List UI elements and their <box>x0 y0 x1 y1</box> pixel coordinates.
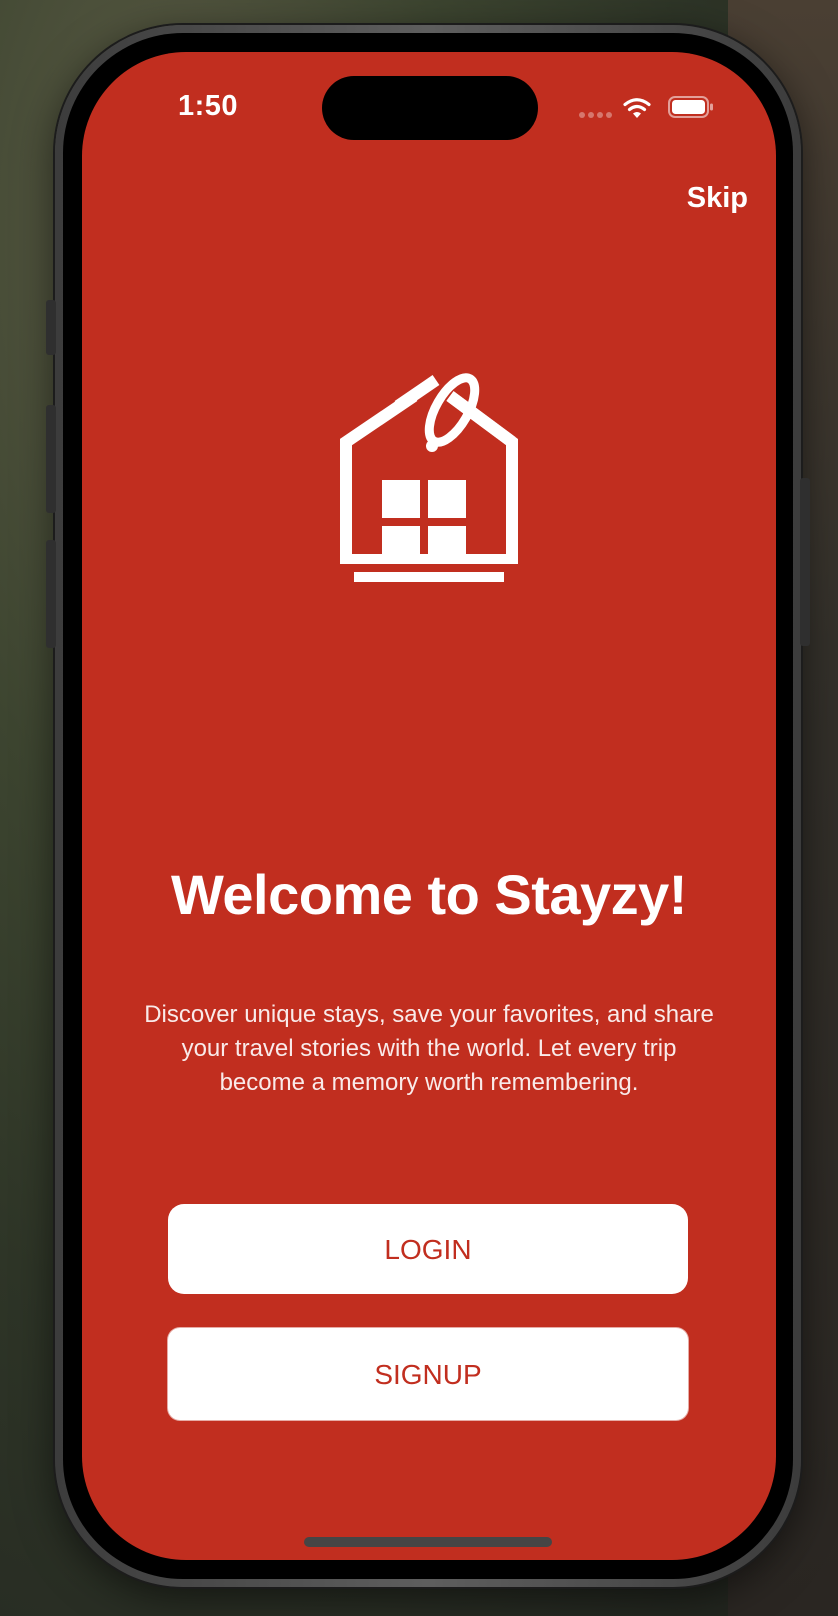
signup-button[interactable]: SIGNUP <box>168 1328 688 1420</box>
app-screen: 1:50 Skip Welcome to Stayzy! Discover un… <box>82 52 776 1560</box>
volume-up-button <box>46 405 56 513</box>
welcome-description: Discover unique stays, save your favorit… <box>144 1001 714 1096</box>
page-title: Welcome to Stayzy! <box>171 863 687 926</box>
dynamic-island <box>322 76 538 140</box>
status-time: 1:50 <box>178 90 239 122</box>
power-button <box>800 478 810 646</box>
battery-icon <box>668 96 713 118</box>
cellular-signal-icon <box>579 112 612 118</box>
skip-button[interactable]: Skip <box>687 182 748 215</box>
action-button <box>46 300 56 355</box>
home-indicator[interactable] <box>304 1537 552 1547</box>
house-tag-icon <box>340 373 518 582</box>
wifi-icon <box>623 98 651 118</box>
volume-down-button <box>46 540 56 648</box>
login-button[interactable]: LOGIN <box>168 1204 688 1294</box>
